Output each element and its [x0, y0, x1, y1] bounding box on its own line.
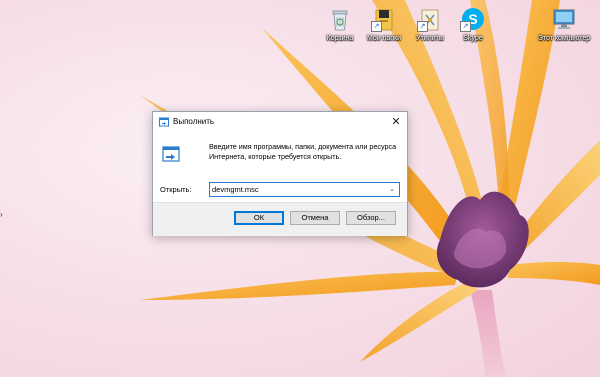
dialog-footer: ОК Отмена Обзор... [153, 202, 407, 236]
ok-button[interactable]: ОК [234, 211, 284, 225]
desktop-icon-this-pc[interactable]: Этот компьютер [533, 6, 595, 43]
edge-marker: › [0, 210, 3, 219]
open-input[interactable] [212, 183, 384, 196]
close-icon[interactable]: ✕ [387, 113, 405, 131]
run-dialog[interactable]: Выполнить ✕ Введите имя программы, папки… [152, 111, 408, 236]
cancel-button[interactable]: Отмена [290, 211, 340, 225]
tools-folder-icon: ↗ [417, 6, 443, 32]
shortcut-arrow-icon: ↗ [371, 21, 382, 32]
shortcut-arrow-icon: ↗ [417, 21, 428, 32]
recycle-bin-icon [327, 6, 353, 32]
open-combobox[interactable]: ⌄ [209, 182, 400, 197]
chevron-down-icon[interactable]: ⌄ [386, 183, 398, 196]
desktop-icon-label: Этот компьютер [537, 35, 591, 42]
folder-icon: ↗ [371, 6, 397, 32]
open-label: Открыть: [160, 185, 192, 194]
desktop-icon-skype[interactable]: S ↗ Skype [442, 6, 504, 43]
dialog-titlebar[interactable]: Выполнить ✕ [153, 112, 407, 132]
run-program-icon [162, 146, 180, 162]
skype-icon: S ↗ [460, 6, 486, 32]
shortcut-arrow-icon: ↗ [460, 21, 471, 32]
desktop-icon-label: Skype [463, 35, 483, 42]
browse-button[interactable]: Обзор... [346, 211, 396, 225]
run-app-icon [159, 117, 169, 127]
dialog-description: Введите имя программы, папки, документа … [209, 142, 397, 161]
dialog-content: Введите имя программы, папки, документа … [153, 132, 407, 202]
computer-icon [551, 6, 577, 32]
dialog-title: Выполнить [173, 117, 215, 126]
